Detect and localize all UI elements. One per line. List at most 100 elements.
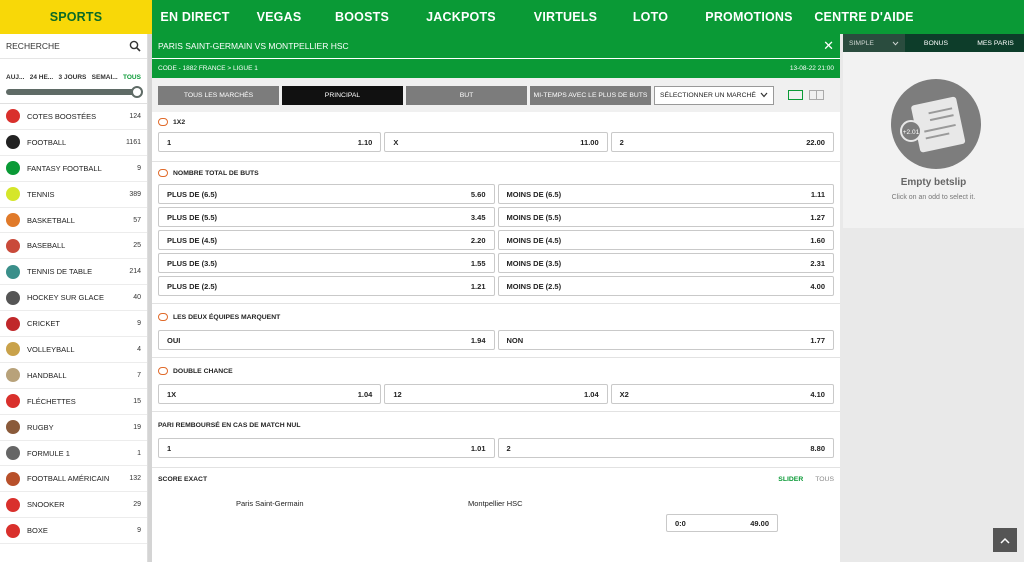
filter-half-time-goals[interactable]: MI-TEMPS AVEC LE PLUS DE BUTS (530, 85, 651, 105)
odd-button[interactable]: PLUS DE (6.5) 5.60 (158, 184, 495, 204)
odd-button[interactable]: 1 1.01 (158, 438, 495, 458)
odd-button[interactable]: X 11.00 (384, 132, 608, 152)
odd-value: 22.00 (806, 137, 825, 147)
sidebar-item-sport[interactable]: TENNIS DE TABLE 214 (0, 259, 147, 286)
sidebar-item-sport[interactable]: BOXE 9 (0, 518, 147, 545)
odd-button[interactable]: PLUS DE (4.5) 2.20 (158, 230, 495, 250)
tab-bonus[interactable]: BONUS (905, 34, 967, 52)
sidebar-item-sport[interactable]: VOLLEYBALL 4 (0, 337, 147, 363)
sport-count: 57 (133, 216, 141, 224)
single-column-view-icon[interactable] (788, 90, 803, 100)
time-filter-today[interactable]: AUJ... (6, 74, 24, 81)
odd-label: MOINS DE (4.5) (506, 235, 562, 245)
two-column-view-icon[interactable] (809, 90, 824, 100)
time-filter-3days[interactable]: 3 JOURS (59, 74, 87, 81)
odd-button[interactable]: MOINS DE (4.5) 1.60 (497, 230, 834, 250)
nav-boosts[interactable]: BOOSTS (320, 0, 404, 34)
score-odd-button[interactable]: 0:0 49.00 (666, 514, 778, 532)
sport-count: 19 (133, 423, 141, 431)
nav-promotions[interactable]: PROMOTIONS (688, 0, 810, 34)
nav-jackpots[interactable]: JACKPOTS (404, 0, 518, 34)
nav-virtuels[interactable]: VIRTUELS (518, 0, 613, 34)
sport-name: TENNIS DE TABLE (27, 267, 93, 277)
filter-principal[interactable]: PRINCIPAL (282, 85, 403, 105)
match-subheader: CODE - 1882 FRANCE > LIGUE 1 13-08-22 21… (152, 58, 840, 78)
close-icon[interactable]: ✕ (823, 38, 834, 54)
odd-button[interactable]: X2 4.10 (610, 384, 834, 404)
search-icon[interactable] (129, 40, 141, 52)
sidebar-item-sport[interactable]: BASKETBALL 57 (0, 208, 147, 234)
market-title: PARI REMBOURSÉ EN CAS DE MATCH NUL (158, 412, 834, 438)
odd-label: 12 (393, 389, 402, 399)
sidebar-item-sport[interactable]: HANDBALL 7 (0, 363, 147, 389)
sidebar-item-sport[interactable]: CRICKET 9 (0, 311, 147, 338)
search-input[interactable] (6, 41, 129, 51)
odd-value: 1.04 (584, 389, 599, 399)
odd-button[interactable]: MOINS DE (3.5) 2.31 (497, 253, 834, 273)
time-filter-24h[interactable]: 24 HE... (30, 74, 53, 81)
sport-name: FANTASY FOOTBALL (27, 163, 102, 173)
sport-count: 40 (133, 294, 141, 302)
sidebar-item-sport[interactable]: BASEBALL 25 (0, 233, 147, 260)
odd-button[interactable]: PLUS DE (3.5) 1.55 (158, 253, 495, 273)
odd-label: MOINS DE (3.5) (506, 258, 562, 268)
nav-centre-aide[interactable]: CENTRE D'AIDE (810, 0, 918, 34)
sidebar-item-sport[interactable]: TENNIS 389 (0, 182, 147, 208)
odd-button[interactable]: PLUS DE (2.5) 1.21 (158, 276, 495, 296)
basketball-icon (6, 213, 20, 227)
odd-button[interactable]: MOINS DE (2.5) 4.00 (497, 276, 834, 296)
odd-label: 1X (167, 389, 177, 399)
betslip-badge: +2.01 (903, 129, 920, 136)
odd-button[interactable]: 2 22.00 (610, 132, 834, 152)
market-select[interactable]: SÉLECTIONNER UN MARCHÉ (654, 85, 774, 105)
odd-button[interactable]: 1X 1.04 (158, 384, 382, 404)
sport-count: 389 (129, 190, 141, 198)
odd-button[interactable]: MOINS DE (6.5) 1.11 (497, 184, 834, 204)
sport-count: 214 (129, 268, 141, 276)
tab-all[interactable]: TOUS (815, 476, 834, 483)
odd-label: X (393, 137, 399, 147)
odd-label: OUI (167, 335, 181, 345)
time-filter-week[interactable]: SEMAI... (92, 74, 118, 81)
sidebar-item-sport[interactable]: FLÉCHETTES 15 (0, 389, 147, 415)
tab-slider[interactable]: SLIDER (778, 476, 803, 483)
handball-icon (6, 368, 20, 383)
sidebar-item-sport[interactable]: FOOTBALL AMÉRICAIN 132 (0, 466, 147, 493)
sport-name: FORMULE 1 (27, 448, 70, 458)
sidebar-item-sport[interactable]: SNOOKER 29 (0, 492, 147, 519)
filter-all-markets[interactable]: TOUS LES MARCHÉS (158, 85, 279, 105)
odd-button[interactable]: 2 8.80 (497, 438, 834, 458)
sidebar-item-sport[interactable]: COTES BOOSTÉES 124 (0, 104, 147, 130)
market-title: DOUBLE CHANCE (158, 358, 834, 384)
sidebar-item-sport[interactable]: HOCKEY SUR GLACE 40 (0, 285, 147, 312)
time-range-slider[interactable] (6, 86, 143, 98)
scroll-to-top-button[interactable] (993, 528, 1017, 552)
odd-button[interactable]: NON 1.77 (497, 330, 834, 350)
nav-en-direct[interactable]: EN DIRECT (152, 0, 238, 34)
nav-vegas[interactable]: VEGAS (238, 0, 320, 34)
slider-handle[interactable] (131, 86, 143, 98)
sport-count: 132 (129, 475, 141, 483)
sidebar-item-sport[interactable]: FORMULE 1 1 (0, 441, 147, 467)
odd-button[interactable]: 1 1.10 (158, 132, 382, 152)
odd-button[interactable]: 12 1.04 (384, 384, 608, 404)
odd-button[interactable]: MOINS DE (5.5) 1.27 (497, 207, 834, 227)
market-double-chance: DOUBLE CHANCE 1X 1.04 12 1.04 X2 4.10 (152, 358, 840, 412)
tab-simple[interactable]: SIMPLE (843, 34, 905, 52)
sidebar-item-sport[interactable]: RUGBY 19 (0, 415, 147, 441)
betslip-panel: SIMPLE BONUS MES PARIS +2.01 Empty betsl… (843, 34, 1024, 228)
tab-my-bets[interactable]: MES PARIS (967, 34, 1024, 52)
nav-sports[interactable]: SPORTS (0, 0, 152, 34)
odd-button[interactable]: OUI 1.94 (158, 330, 495, 350)
sport-count: 124 (129, 112, 141, 120)
time-filter-all[interactable]: TOUS (123, 74, 141, 81)
sidebar-item-sport[interactable]: FANTASY FOOTBALL 9 (0, 156, 147, 182)
odd-label: X2 (619, 389, 629, 399)
sidebar-item-sport[interactable]: FOOTBALL 1161 (0, 130, 147, 156)
odds-row: PLUS DE (6.5) 5.60 MOINS DE (6.5) 1.11 (158, 184, 834, 204)
odd-button[interactable]: PLUS DE (5.5) 3.45 (158, 207, 495, 227)
filter-but[interactable]: BUT (406, 85, 527, 105)
odd-value: 5.60 (470, 189, 486, 199)
odds-row: 1 1.10 X 11.00 2 22.00 (158, 132, 834, 152)
nav-loto[interactable]: LOTO (613, 0, 688, 34)
